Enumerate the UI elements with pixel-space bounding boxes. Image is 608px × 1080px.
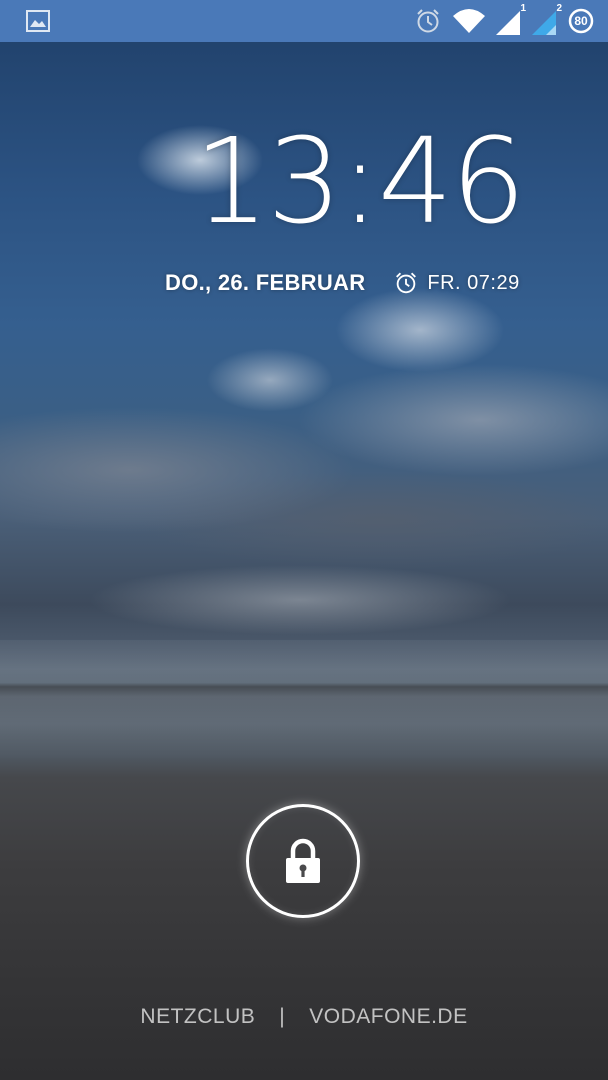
battery-level: 80 [574, 14, 588, 28]
carrier-vodafone: VODAFONE.DE [309, 1005, 468, 1028]
lockscreen-date: DO., 26. FEBRUAR [165, 270, 366, 295]
signal-sim1: 1 [496, 3, 526, 35]
gallery-notification-icon [26, 10, 50, 32]
lock-icon [286, 838, 320, 883]
alarm-clock-icon [396, 272, 417, 294]
date-alarm-row: DO., 26. FEBRUAR FR. 07:29 [165, 268, 520, 298]
next-alarm: FR. 07:29 [393, 270, 519, 296]
signal-sim1-icon [496, 11, 520, 35]
status-bar[interactable]: 1 2 80 [0, 0, 608, 42]
next-alarm-time: FR. 07:29 [427, 271, 520, 294]
sim1-label: 1 [520, 3, 526, 14]
battery-indicator: 80 [568, 8, 594, 34]
lockscreen-clock: 13:46 [193, 112, 526, 250]
signal-sim2-icon [532, 11, 556, 35]
sim2-label: 2 [556, 3, 562, 14]
unlock-button[interactable] [246, 804, 360, 918]
wifi-icon [453, 9, 485, 33]
carrier-separator: | [279, 1005, 286, 1028]
carrier-label: NETZCLUB | VODAFONE.DE [0, 1002, 608, 1032]
signal-sim2: 2 [532, 3, 562, 35]
carrier-netzclub: NETZCLUB [140, 1005, 256, 1028]
alarm-clock-icon [417, 9, 439, 33]
